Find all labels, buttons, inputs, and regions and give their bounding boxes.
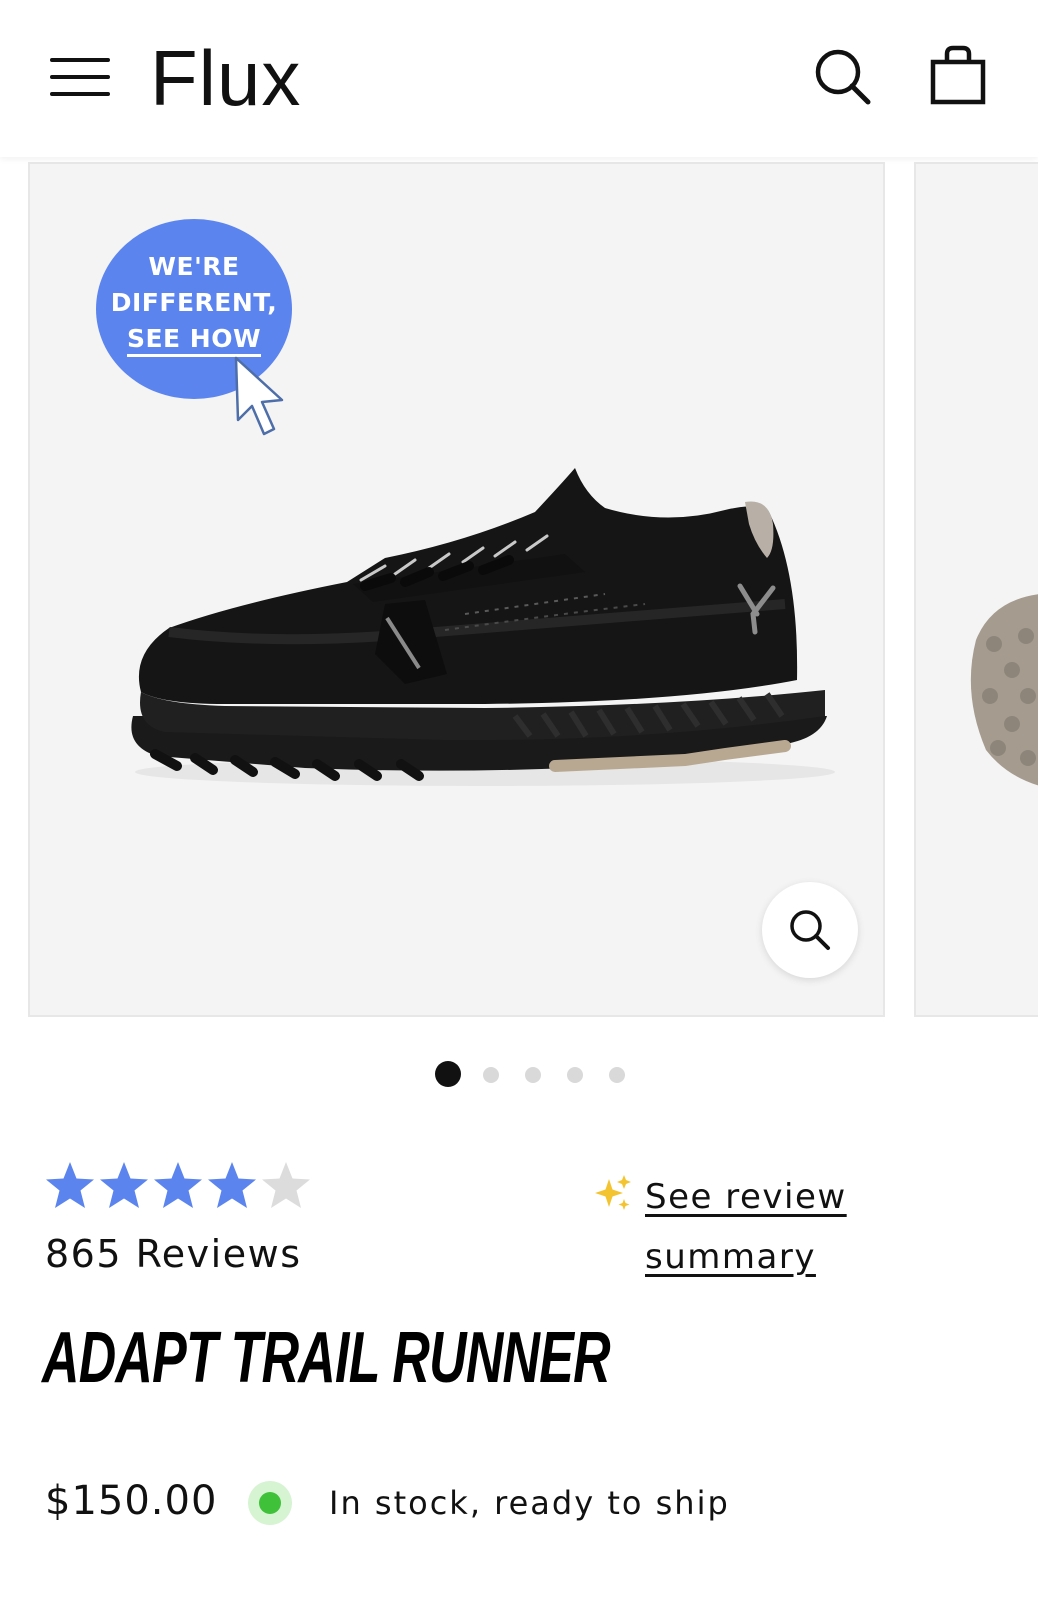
- stock-status-text: In stock, ready to ship: [329, 1484, 730, 1522]
- shoe-sole-partial-image: [970, 594, 1038, 786]
- see-review-summary-link[interactable]: See review summary: [645, 1167, 905, 1287]
- hamburger-menu-icon[interactable]: [50, 54, 110, 100]
- search-icon[interactable]: [812, 46, 874, 108]
- shopping-bag-icon[interactable]: [930, 44, 986, 106]
- star-icon: [100, 1162, 148, 1208]
- product-image-slide[interactable]: WE'RE DIFFERENT, SEE HOW: [28, 162, 885, 1017]
- pagination-dot[interactable]: [567, 1067, 583, 1083]
- see-how-link[interactable]: SEE HOW: [126, 324, 262, 357]
- star-icon: [154, 1162, 202, 1208]
- product-price: $150.00: [45, 1478, 218, 1524]
- badge-line-2: DIFFERENT,: [110, 288, 278, 317]
- star-icon: [208, 1162, 256, 1208]
- star-icon: [46, 1162, 94, 1208]
- site-header: Flux: [0, 0, 1038, 157]
- star-icon: [262, 1162, 310, 1208]
- pagination-dot[interactable]: [525, 1067, 541, 1083]
- reviews-count[interactable]: 865 Reviews: [45, 1232, 302, 1276]
- product-title: ADAPT TRAIL RUNNER: [42, 1318, 611, 1398]
- cursor-arrow-icon: [234, 356, 284, 436]
- zoom-icon: [790, 910, 830, 950]
- sparkle-icon: [595, 1175, 631, 1210]
- pagination-dot[interactable]: [483, 1067, 499, 1083]
- badge-line-1: WE'RE: [148, 252, 240, 281]
- pagination-dot[interactable]: [609, 1067, 625, 1083]
- in-stock-indicator-icon: [248, 1481, 292, 1525]
- product-image-gallery[interactable]: WE'RE DIFFERENT, SEE HOW: [0, 157, 1038, 1027]
- pagination-dot[interactable]: [435, 1061, 461, 1087]
- trail-runner-shoe-image: [131, 468, 835, 786]
- zoom-button[interactable]: [762, 882, 858, 978]
- brand-logo[interactable]: Flux: [150, 30, 301, 126]
- next-product-image-slide[interactable]: [914, 162, 1038, 1017]
- star-rating[interactable]: [44, 1160, 314, 1212]
